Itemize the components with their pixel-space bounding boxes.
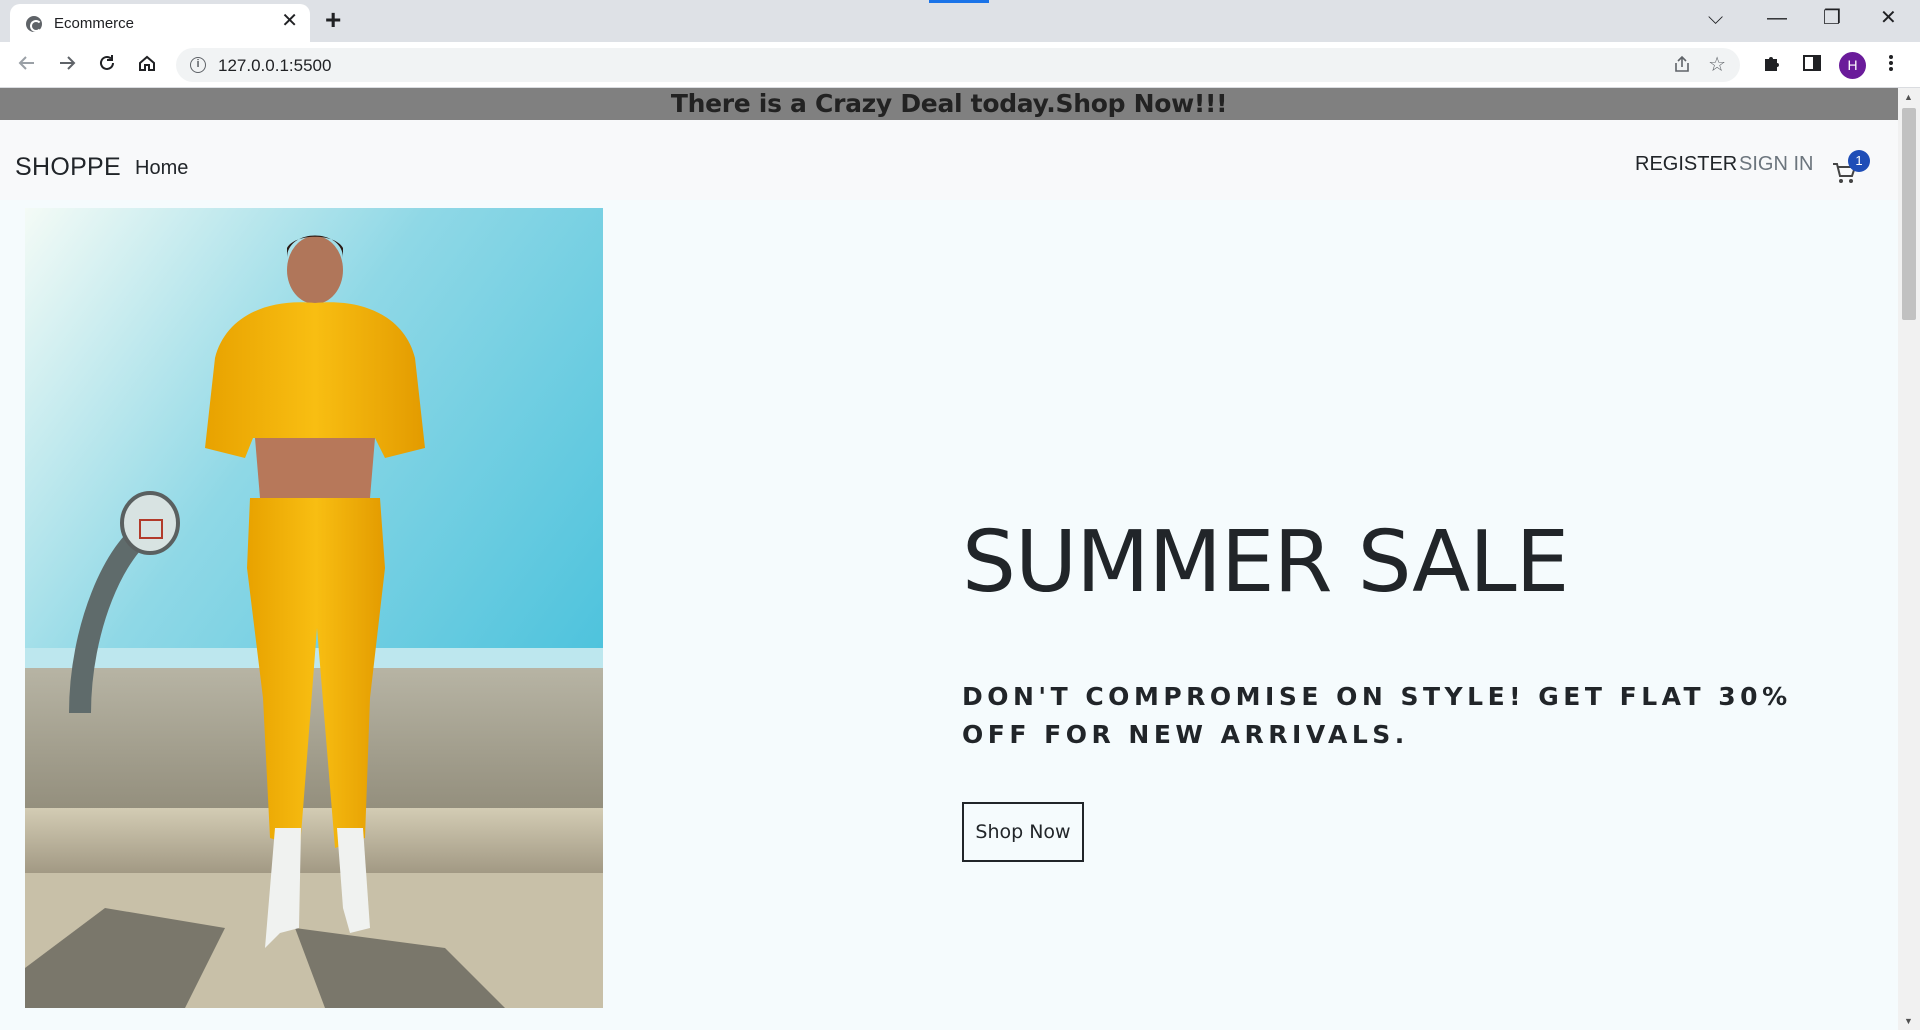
hero-title: SUMMER SALE bbox=[962, 513, 1569, 612]
shop-now-button[interactable]: Shop Now bbox=[962, 802, 1084, 862]
minimize-button[interactable]: — bbox=[1767, 6, 1787, 30]
browser-tabstrip: Ecommerce ✕ + ⌵ — ❐ ✕ bbox=[0, 0, 1920, 42]
nav-link-home[interactable]: Home bbox=[135, 157, 188, 180]
kebab-menu-icon[interactable] bbox=[1887, 52, 1895, 80]
navbar: SHOPPE Home REGISTER SIGN IN 1 bbox=[0, 120, 1898, 200]
hero-description: DON'T COMPROMISE ON STYLE! GET FLAT 30% … bbox=[962, 682, 1792, 749]
page-scrollbar[interactable]: ▲ ▼ bbox=[1898, 88, 1920, 1030]
tab-highlight bbox=[929, 0, 989, 3]
new-tab-button[interactable]: + bbox=[325, 6, 341, 34]
announcement-text: There is a Crazy Deal today.Shop Now!!! bbox=[670, 89, 1228, 118]
close-tab-icon[interactable]: ✕ bbox=[281, 11, 298, 31]
globe-icon bbox=[26, 16, 42, 32]
tab-title: Ecommerce bbox=[54, 15, 135, 32]
site-info-icon[interactable]: i bbox=[190, 57, 206, 73]
sign-in-link[interactable]: SIGN IN bbox=[1739, 153, 1813, 176]
share-icon[interactable] bbox=[1672, 54, 1692, 79]
back-icon[interactable] bbox=[16, 52, 38, 79]
puzzle-icon[interactable] bbox=[1761, 52, 1783, 80]
scrollbar-thumb[interactable] bbox=[1902, 108, 1916, 320]
browser-toolbar: i 127.0.0.1:5500 ☆ H bbox=[0, 42, 1920, 88]
reload-icon[interactable] bbox=[96, 52, 118, 79]
announcement-bar: There is a Crazy Deal today.Shop Now!!! bbox=[0, 88, 1898, 120]
forward-icon[interactable] bbox=[56, 52, 78, 79]
register-link[interactable]: REGISTER bbox=[1635, 153, 1737, 176]
tab-search-icon[interactable]: ⌵ bbox=[1708, 6, 1723, 30]
star-icon[interactable]: ☆ bbox=[1708, 52, 1726, 77]
hero-image bbox=[25, 208, 603, 1008]
page-viewport: There is a Crazy Deal today.Shop Now!!! … bbox=[0, 88, 1898, 1030]
hero-photo-illustration bbox=[25, 208, 603, 1008]
scroll-up-icon[interactable]: ▲ bbox=[1904, 92, 1913, 102]
sidepanel-icon[interactable] bbox=[1801, 52, 1823, 80]
home-icon[interactable] bbox=[136, 52, 158, 79]
scroll-down-icon[interactable]: ▼ bbox=[1904, 1016, 1913, 1026]
address-bar[interactable]: i 127.0.0.1:5500 ☆ bbox=[176, 48, 1740, 82]
cart-count-badge: 1 bbox=[1848, 150, 1870, 172]
restore-button[interactable]: ❐ bbox=[1823, 6, 1841, 30]
profile-avatar[interactable]: H bbox=[1839, 52, 1866, 79]
brand-logo[interactable]: SHOPPE bbox=[15, 153, 121, 182]
window-close-button[interactable]: ✕ bbox=[1880, 6, 1897, 30]
browser-tab[interactable]: Ecommerce ✕ bbox=[10, 4, 310, 42]
address-url[interactable]: 127.0.0.1:5500 bbox=[218, 56, 331, 76]
